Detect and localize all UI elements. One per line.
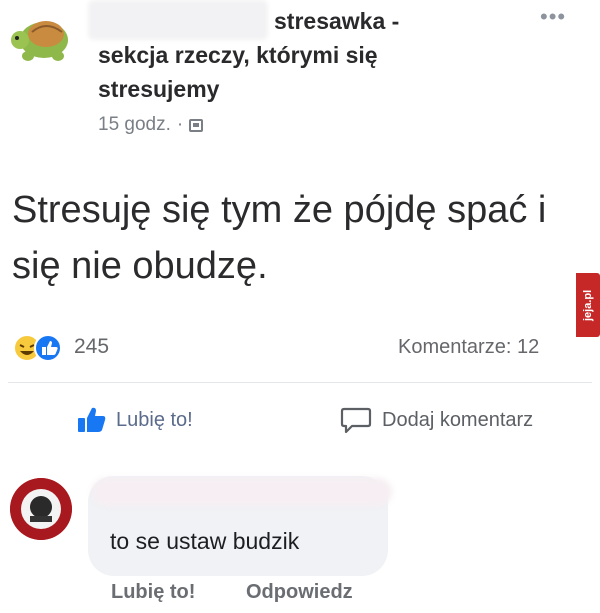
jeja-watermark: jeja.pl (576, 273, 600, 337)
blurred-commenter-name (92, 478, 392, 506)
add-comment-button[interactable]: Dodaj komentarz (340, 406, 533, 434)
more-options-icon[interactable]: ••• (540, 4, 566, 30)
post-text: Stresuję się tym że pójdę spać i się nie… (12, 189, 547, 287)
add-comment-label: Dodaj komentarz (382, 408, 534, 431)
reaction-count[interactable]: 245 (74, 335, 109, 359)
like-label: Lubię to! (116, 408, 193, 431)
haha-and-like-reaction-icons[interactable] (12, 333, 70, 363)
meta-separator: · (176, 114, 184, 135)
comment-like-button[interactable]: Lubię to! (111, 581, 195, 604)
post-meta: 15 godz. · (98, 114, 204, 136)
speech-bubble-icon (340, 407, 372, 434)
group-avatar-turtle-icon[interactable] (8, 12, 78, 70)
comment-reply-button[interactable]: Odpowiedz (246, 581, 353, 604)
post-time[interactable]: 15 godz. (98, 114, 171, 136)
globe-icon (189, 118, 204, 132)
commenter-avatar[interactable] (10, 478, 72, 540)
divider (8, 382, 592, 383)
comment-text: to se ustaw budzik (110, 528, 300, 554)
comments-count[interactable]: Komentarze: 12 (398, 336, 539, 359)
group-name-link[interactable]: stresawka - sekcja rzeczy, którymi się s… (98, 4, 458, 106)
thumbs-up-icon (78, 407, 106, 432)
like-button[interactable]: Lubię to! (76, 406, 193, 434)
